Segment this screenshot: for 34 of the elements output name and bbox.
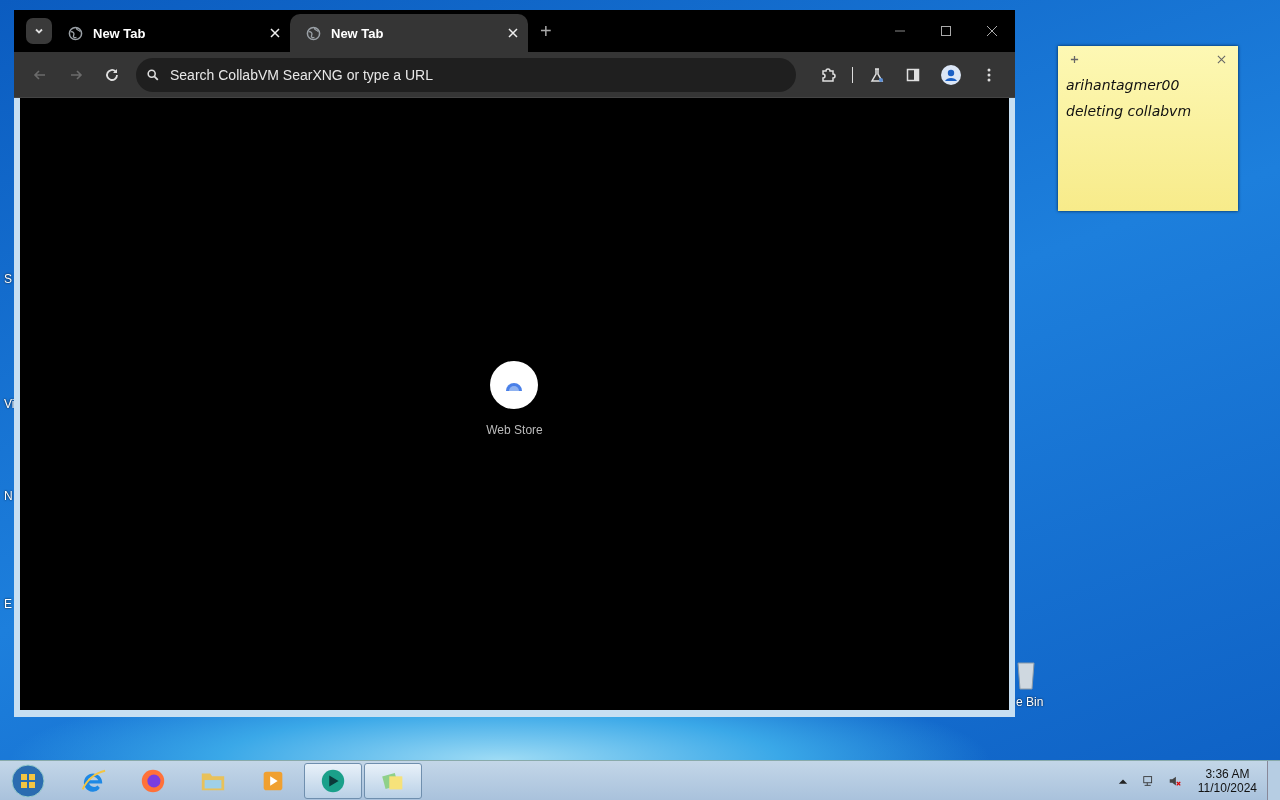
recycle-bin[interactable]: e Bin: [1016, 655, 1046, 709]
close-icon[interactable]: [986, 25, 998, 37]
add-note-icon[interactable]: [1070, 54, 1079, 64]
address-bar[interactable]: Search CollabVM SearXNG or type a URL: [136, 57, 796, 92]
side-panel-icon[interactable]: [905, 66, 921, 83]
tab-title: New Tab: [331, 25, 385, 41]
tab-search-button[interactable]: [26, 18, 52, 44]
avatar-icon[interactable]: [941, 64, 961, 85]
shortcut-label: Web Store: [486, 423, 543, 437]
web-store-icon: [490, 361, 539, 409]
shortcut-tile[interactable]: Web Store: [486, 361, 543, 437]
desktop-icon-label[interactable]: N: [4, 489, 13, 503]
time-text: 3:36 AM: [1205, 766, 1250, 781]
desktop-icon-label[interactable]: Vi: [4, 397, 15, 411]
taskbar-button[interactable]: [304, 762, 362, 799]
globe-icon: [68, 25, 83, 41]
tab-title: New Tab: [93, 25, 147, 41]
new-tab-button[interactable]: +: [534, 18, 558, 44]
desktop-icon-label[interactable]: S: [4, 272, 12, 286]
search-icon: [146, 67, 160, 82]
start-orb-icon[interactable]: [10, 762, 46, 799]
date-text: 11/10/2024: [1197, 780, 1257, 795]
note-text: deleting collabvm: [1066, 102, 1193, 121]
clock[interactable]: 3:36 AM 11/10/2024: [1197, 766, 1257, 795]
recycle-bin-label: e Bin: [1016, 695, 1044, 709]
desktop-icon-label[interactable]: E: [4, 597, 12, 611]
browser-tab[interactable]: New Tab: [52, 14, 290, 52]
reload-icon[interactable]: [104, 66, 120, 83]
globe-icon: [306, 25, 321, 41]
flask-icon[interactable]: [869, 66, 885, 83]
maximize-icon[interactable]: [940, 25, 952, 37]
note-text: arihantagmer00: [1066, 76, 1181, 95]
browser-tab[interactable]: New Tab: [290, 14, 528, 52]
puzzle-piece-icon[interactable]: [820, 66, 836, 83]
